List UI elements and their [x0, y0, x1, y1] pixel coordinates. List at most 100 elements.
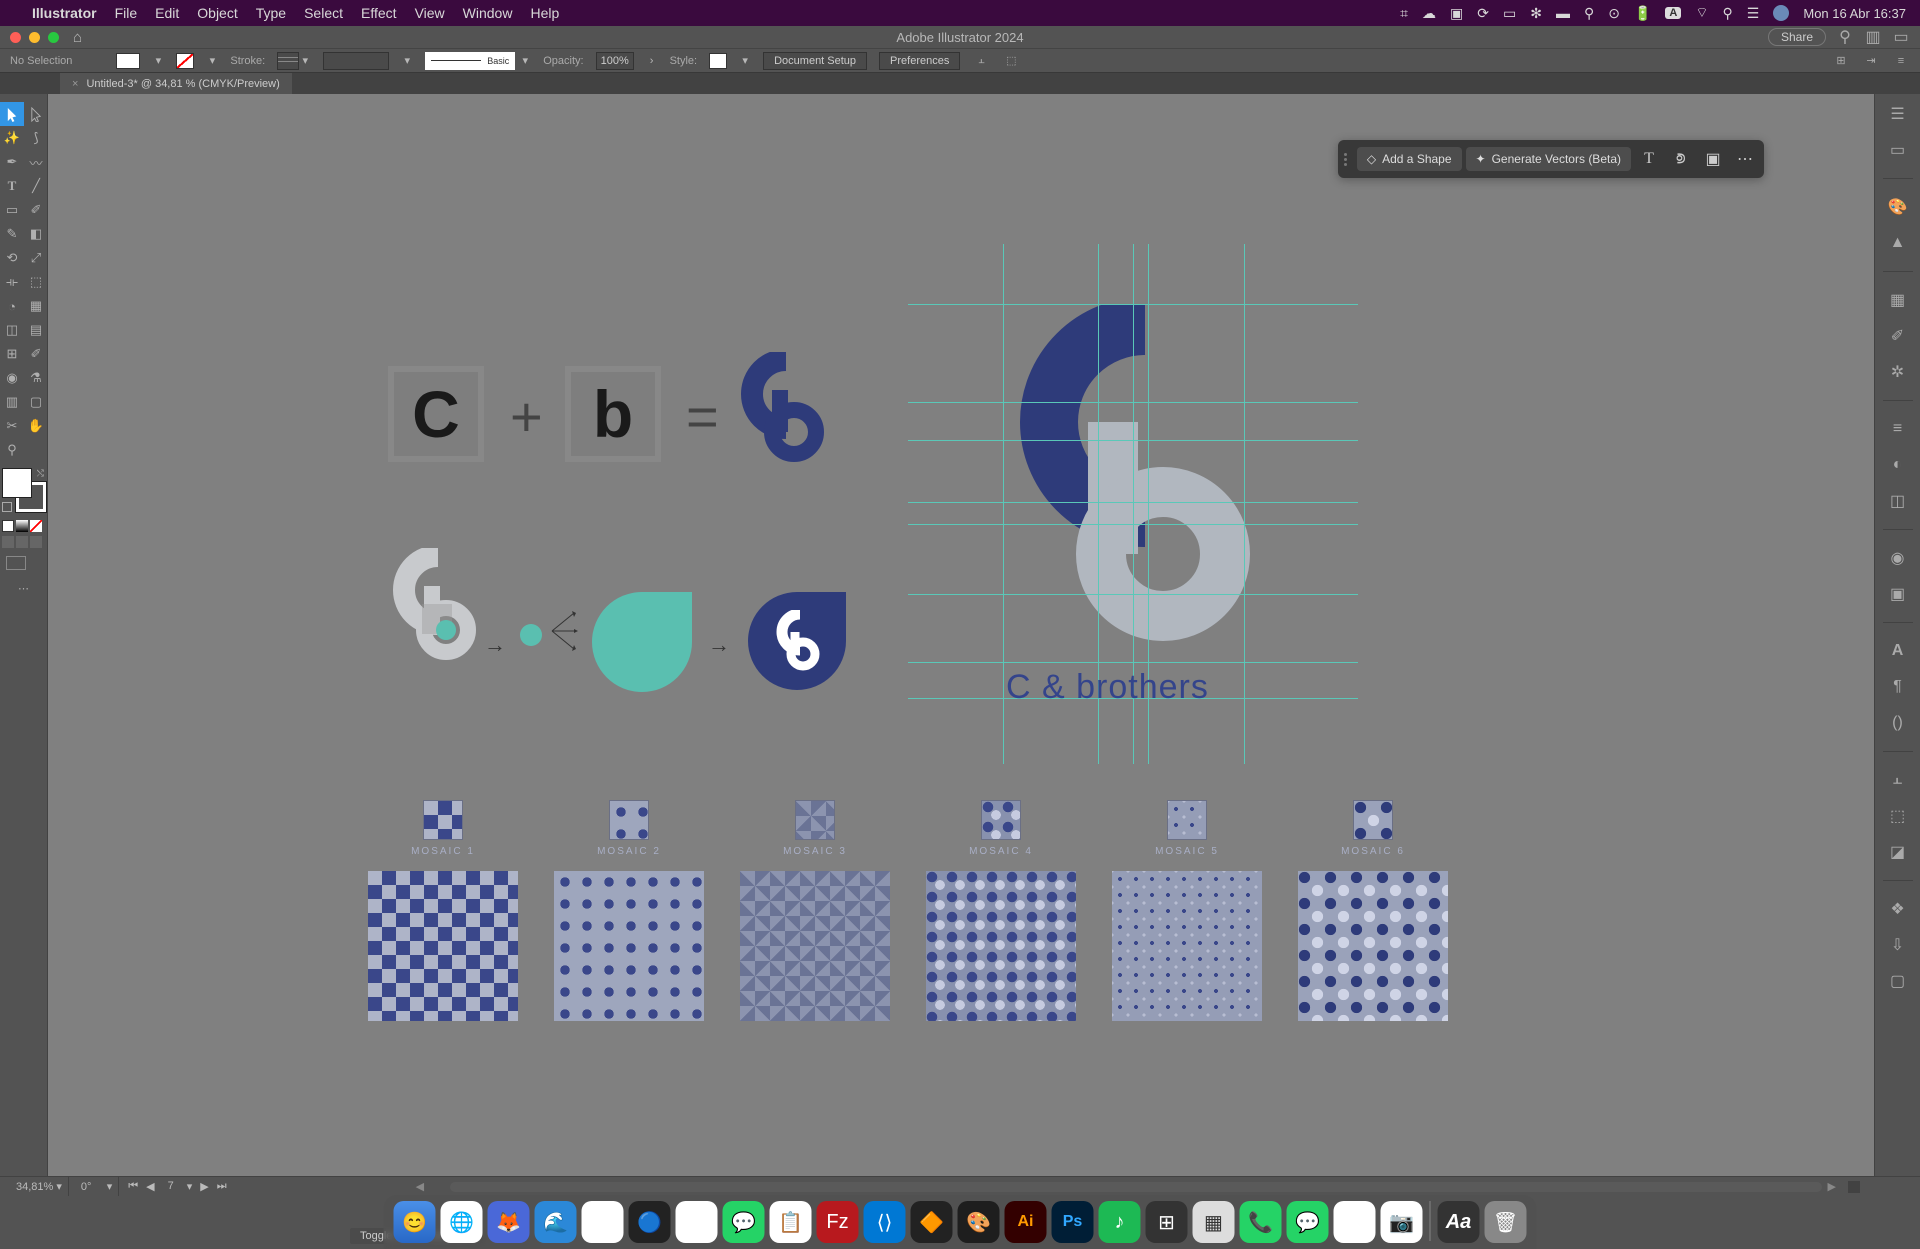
menu-file[interactable]: File [115, 5, 138, 21]
default-fill-stroke-icon[interactable] [2, 502, 12, 512]
stroke-profile[interactable] [323, 52, 389, 70]
menu-select[interactable]: Select [304, 5, 343, 21]
style-dropdown[interactable]: ▾ [739, 54, 751, 67]
graphic-style-swatch[interactable] [709, 53, 727, 69]
magic-wand-tool[interactable]: ✨ [0, 126, 24, 150]
dock-trash[interactable]: 🗑 [1485, 1201, 1527, 1243]
menu-view[interactable]: View [415, 5, 445, 21]
search-icon[interactable]: ⚲ [1836, 28, 1854, 46]
dock-chrome[interactable]: 🌐 [441, 1201, 483, 1243]
dock-app-2[interactable]: 🔵 [629, 1201, 671, 1243]
menu-effect[interactable]: Effect [361, 5, 397, 21]
asset-export-panel-icon[interactable]: ⇩ [1886, 933, 1910, 957]
artboard-prev-icon[interactable]: ◀ [143, 1180, 157, 1193]
transform-icon[interactable]: ⬚ [1002, 52, 1020, 70]
artboard-number[interactable]: 7 [160, 1180, 182, 1193]
menuextra-gear-icon[interactable]: ✻ [1530, 5, 1542, 22]
dock-whatsapp-1[interactable]: 📞 [1240, 1201, 1282, 1243]
menu-help[interactable]: Help [530, 5, 559, 21]
ctx-crop-icon[interactable]: ⟄ [1667, 145, 1695, 173]
brush-definition[interactable]: Basic [425, 52, 515, 70]
draw-inside[interactable] [30, 536, 42, 548]
zoom-level[interactable]: 34,81% ▾ [10, 1177, 69, 1196]
edit-toolbar-button[interactable]: ⋯ [0, 582, 47, 594]
symbols-panel-icon[interactable]: ✲ [1886, 360, 1910, 384]
appearance-panel-icon[interactable]: ◉ [1886, 546, 1910, 570]
menuextra-sync-icon[interactable]: ⟳ [1477, 5, 1489, 22]
line-tool[interactable]: ╱ [24, 174, 48, 198]
menubar-clock[interactable]: Mon 16 Abr 16:37 [1803, 6, 1906, 21]
stroke-weight-dropdown[interactable]: ▾ [299, 54, 311, 67]
pen-tool[interactable]: ✒ [0, 150, 24, 174]
home-icon[interactable]: ⌂ [73, 29, 82, 46]
draw-normal[interactable] [2, 536, 14, 548]
menuextra-icon[interactable]: ⌗ [1400, 5, 1408, 22]
curvature-tool[interactable]: 〰 [24, 150, 48, 174]
lasso-tool[interactable]: ⟆ [24, 126, 48, 150]
stroke-swatch[interactable] [176, 53, 194, 69]
dock-illustrator[interactable]: Ai [1005, 1201, 1047, 1243]
preferences-button[interactable]: Preferences [879, 52, 960, 70]
menuextra-wifi-icon[interactable]: ⌔ [1695, 4, 1708, 22]
symbol-sprayer-tool[interactable]: ⚗ [24, 366, 48, 390]
scale-tool[interactable]: ⤢ [24, 246, 48, 270]
ctx-drag-handle[interactable] [1343, 153, 1353, 166]
fill-swatch[interactable] [116, 53, 140, 69]
shape-builder-tool[interactable]: ◔ [0, 294, 24, 318]
close-window-button[interactable] [10, 32, 21, 43]
transparency-panel-icon[interactable]: ◫ [1886, 489, 1910, 513]
rotation-field[interactable]: 0° ▾ [75, 1177, 119, 1196]
artboard-tool[interactable]: ▢ [24, 390, 48, 414]
pathfinder-panel-icon[interactable]: ◪ [1886, 840, 1910, 864]
eraser-tool[interactable]: ◧ [24, 222, 48, 246]
dock-firefox[interactable]: 🦊 [488, 1201, 530, 1243]
dock-app-1[interactable]: ◐ [582, 1201, 624, 1243]
paragraph-panel-icon[interactable]: ¶ [1886, 675, 1910, 699]
artboard-next-icon[interactable]: ▶ [197, 1180, 211, 1193]
menuextra-display-icon[interactable]: ▭ [1503, 5, 1516, 22]
dock-spotify[interactable]: ♪ [1099, 1201, 1141, 1243]
menuextra-square-icon[interactable]: ▣ [1450, 5, 1463, 22]
dock-instagram[interactable]: 📷 [1381, 1201, 1423, 1243]
shaper-tool[interactable]: ✎ [0, 222, 24, 246]
document-setup-button[interactable]: Document Setup [763, 52, 867, 70]
share-button[interactable]: Share [1768, 28, 1826, 46]
zoom-tool[interactable]: ⚲ [0, 438, 24, 462]
screen-mode-button[interactable] [6, 556, 26, 570]
menuextra-cloud-icon[interactable]: ☁ [1422, 5, 1436, 22]
dock-app-7[interactable]: ▦ [1193, 1201, 1235, 1243]
fill-indicator[interactable] [2, 468, 32, 498]
slice-tool[interactable]: ✂ [0, 414, 24, 438]
dock-filezilla[interactable]: Fz [817, 1201, 859, 1243]
menuextra-battery-icon[interactable]: 🔋 [1634, 5, 1651, 22]
direct-selection-tool[interactable] [24, 102, 48, 126]
add-shape-button[interactable]: ◇Add a Shape [1357, 147, 1462, 171]
opentype-panel-icon[interactable]: () [1886, 711, 1910, 735]
gradient-panel-icon[interactable]: ◐ [1886, 453, 1910, 477]
menuextra-a-icon[interactable]: A [1665, 7, 1681, 19]
artboards-panel-icon[interactable]: ▢ [1886, 969, 1910, 993]
dock-edge[interactable]: 🌊 [535, 1201, 577, 1243]
generate-vectors-button[interactable]: ✦Generate Vectors (Beta) [1466, 147, 1631, 171]
live-paint-tool[interactable]: ▦ [24, 294, 48, 318]
column-graph-tool[interactable]: ▥ [0, 390, 24, 414]
type-tool[interactable]: T [0, 174, 24, 198]
opacity-input[interactable] [596, 52, 634, 70]
eyedropper-tool[interactable]: ✐ [24, 342, 48, 366]
dock-finder[interactable]: 😊 [394, 1201, 436, 1243]
fill-dropdown[interactable]: ▾ [152, 54, 164, 67]
properties-panel-icon[interactable]: ☰ [1886, 102, 1910, 126]
libraries-panel-icon[interactable]: ▭ [1886, 138, 1910, 162]
paintbrush-tool[interactable]: ✐ [24, 198, 48, 222]
dock-app-3[interactable]: 💬 [723, 1201, 765, 1243]
control-menu-icon[interactable]: ≡ [1892, 52, 1910, 70]
dock-app-5[interactable]: 🔶 [911, 1201, 953, 1243]
scroll-right-icon[interactable]: ▶ [1828, 1180, 1836, 1193]
color-mode-gradient[interactable] [16, 520, 28, 532]
menu-edit[interactable]: Edit [155, 5, 179, 21]
stroke-panel-icon[interactable]: ≡ [1886, 417, 1910, 441]
artboard-dropdown[interactable]: ▾ [184, 1180, 196, 1193]
brush-dropdown[interactable]: ▾ [519, 54, 531, 67]
rectangle-tool[interactable]: ▭ [0, 198, 24, 222]
dock-app-4[interactable]: 📋 [770, 1201, 812, 1243]
